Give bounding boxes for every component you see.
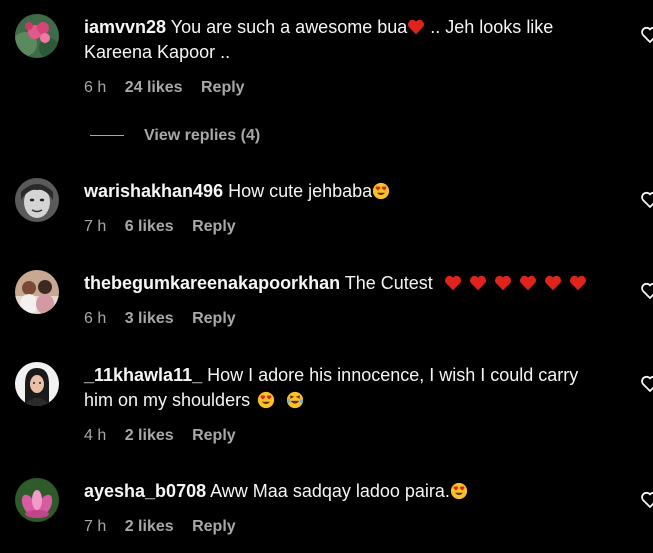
comment-likes[interactable]: 2 likes <box>125 518 174 535</box>
comment-body: The Cutest <box>344 273 433 293</box>
reply-button[interactable]: Reply <box>201 79 245 96</box>
reply-button[interactable]: Reply <box>192 218 236 235</box>
heart-eyes-emoji-icon <box>372 182 390 200</box>
comment-time[interactable]: 4 h <box>84 427 106 444</box>
comment-time[interactable]: 6 h <box>84 310 106 327</box>
red-heart-emoji-icon <box>469 274 487 292</box>
avatar[interactable] <box>15 478 59 522</box>
comment-likes[interactable]: 24 likes <box>125 79 183 96</box>
comment-time[interactable]: 6 h <box>84 79 106 96</box>
view-replies-label[interactable]: View replies (4) <box>144 127 260 144</box>
comment-meta: 6 h 3 likes Reply <box>84 308 604 330</box>
heart-outline-icon[interactable] <box>640 25 653 45</box>
comment-username[interactable]: thebegumkareenakapoorkhan <box>84 273 340 293</box>
view-replies-button[interactable]: View replies (4) <box>90 124 260 148</box>
heart-outline-icon[interactable] <box>640 374 653 394</box>
red-heart-emoji-icon <box>569 274 587 292</box>
laughing-tears-emoji-icon <box>286 391 304 409</box>
red-heart-emoji-icon <box>519 274 537 292</box>
comment-meta: 6 h 24 likes Reply <box>84 77 604 99</box>
comment-meta: 4 h 2 likes Reply <box>84 425 604 447</box>
comment-likes[interactable]: 3 likes <box>125 310 174 327</box>
comment-body: Kareena Kapoor .. <box>84 42 231 62</box>
reply-button[interactable]: Reply <box>192 310 236 327</box>
comment-meta: 7 h 6 likes Reply <box>84 216 604 238</box>
comment-username[interactable]: _11khawla11_ <box>84 365 202 385</box>
comment-body: How I adore his innocence, I wish I coul… <box>207 365 579 385</box>
comment-text: thebegumkareenakapoorkhan The Cutest <box>84 271 604 296</box>
comment-body: him on my shoulders <box>84 390 251 410</box>
comment-text: ayesha_b0708 Aww Maa sadqay ladoo paira. <box>84 479 604 504</box>
reply-button[interactable]: Reply <box>192 427 236 444</box>
red-heart-emoji-icon <box>444 274 462 292</box>
comment-meta: 7 h 2 likes Reply <box>84 516 604 538</box>
comment-body: .. Jeh looks like <box>430 17 554 37</box>
red-heart-emoji-icon <box>494 274 512 292</box>
red-heart-emoji-icon <box>407 18 425 36</box>
divider <box>90 135 124 137</box>
comment-time[interactable]: 7 h <box>84 218 106 235</box>
comment-body: How cute jehbaba <box>228 181 373 201</box>
comment-username[interactable]: iamvvn28 <box>84 17 166 37</box>
red-heart-emoji-icon <box>544 274 562 292</box>
comment-username[interactable]: warishakhan496 <box>84 181 223 201</box>
comment-username[interactable]: ayesha_b0708 <box>84 481 206 501</box>
comment-text: iamvvn28 You are such a awesome bua .. J… <box>84 15 604 65</box>
comment-text: warishakhan496 How cute jehbaba <box>84 179 604 204</box>
comment-body: You are such a awesome bua <box>170 17 408 37</box>
comment-body: Aww Maa sadqay ladoo paira. <box>210 481 450 501</box>
heart-outline-icon[interactable] <box>640 190 653 210</box>
comment-likes[interactable]: 2 likes <box>125 427 174 444</box>
heart-eyes-emoji-icon <box>257 391 275 409</box>
comment-time[interactable]: 7 h <box>84 518 106 535</box>
comment-likes[interactable]: 6 likes <box>125 218 174 235</box>
heart-outline-icon[interactable] <box>640 490 653 510</box>
heart-eyes-emoji-icon <box>450 482 468 500</box>
avatar[interactable] <box>15 14 59 58</box>
heart-outline-icon[interactable] <box>640 281 653 301</box>
comment-text: _11khawla11_ How I adore his innocence, … <box>84 363 604 413</box>
avatar[interactable] <box>15 362 59 406</box>
reply-button[interactable]: Reply <box>192 518 236 535</box>
avatar[interactable] <box>15 178 59 222</box>
avatar[interactable] <box>15 270 59 314</box>
